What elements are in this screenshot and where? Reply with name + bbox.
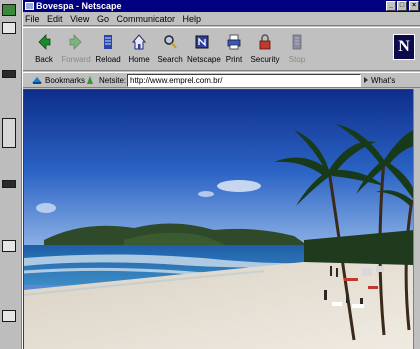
security-button[interactable]: Security [250,32,280,64]
window-title: Bovespa - Netscape [36,1,122,11]
back-button[interactable]: Back [29,32,59,64]
reload-icon [104,35,112,49]
location-bar: Bookmarks Netsite: http://www.emprel.com… [23,72,420,99]
forward-button[interactable]: Forward [61,32,91,64]
title-bar[interactable]: Bovespa - Netscape _ □ × [23,0,420,12]
desktop-icon[interactable] [2,240,16,252]
netscape-logo: N [393,34,415,60]
netsite-label: Netsite: [99,76,127,85]
desktop-icon[interactable] [2,70,16,78]
beach-photo [24,90,413,349]
desktop-icon[interactable] [2,310,16,322]
desktop-icon[interactable] [2,22,16,34]
stop-button[interactable]: Stop [282,32,312,64]
menu-view[interactable]: View [70,14,89,24]
menu-edit[interactable]: Edit [47,14,63,24]
maximize-button[interactable]: □ [397,1,407,11]
search-icon [164,35,177,49]
netscape-button[interactable]: Netscape [187,32,221,64]
url-input[interactable]: http://www.emprel.com.br/ [127,74,361,87]
navigation-toolbar: Back Forward Reload Home Search Netscape… [23,27,420,71]
desktop-icon[interactable] [2,180,16,188]
search-button[interactable]: Search [155,32,185,64]
security-lock-icon [259,34,271,50]
page-content[interactable] [23,89,413,349]
menu-go[interactable]: Go [97,14,109,24]
desktop-icon[interactable] [2,118,16,148]
home-icon [131,34,147,50]
netscape-icon [195,35,209,49]
desktop-strip [0,0,22,349]
browser-window: Bovespa - Netscape _ □ × File Edit View … [22,0,420,349]
vertical-scrollbar[interactable] [413,89,420,349]
desktop-icon[interactable] [2,4,16,16]
menu-bar: File Edit View Go Communicator Help [23,13,420,26]
back-arrow-icon [38,34,51,50]
minimize-button[interactable]: _ [386,1,396,11]
whats-related-icon[interactable] [363,76,369,84]
menu-help[interactable]: Help [183,14,202,24]
page-proxy-icon[interactable] [85,75,95,85]
close-button[interactable]: × [409,1,419,11]
menu-file[interactable]: File [25,14,40,24]
bookmarks-icon[interactable] [31,75,43,85]
stop-icon [292,34,302,50]
reload-button[interactable]: Reload [93,32,123,64]
bookmarks-button[interactable]: Bookmarks [45,74,85,88]
home-button[interactable]: Home [124,32,154,64]
print-button[interactable]: Print [219,32,249,64]
print-icon [227,34,241,50]
netscape-window-icon[interactable] [25,2,34,10]
forward-arrow-icon [69,34,82,50]
menu-communicator[interactable]: Communicator [116,14,175,24]
